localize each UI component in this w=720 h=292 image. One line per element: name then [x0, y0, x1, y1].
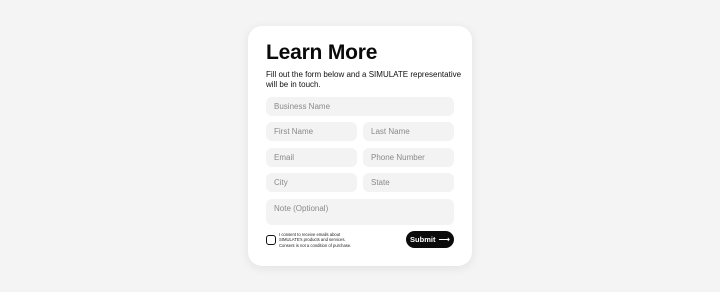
submit-label: Submit	[410, 235, 436, 244]
email-input[interactable]	[266, 148, 357, 167]
state-input[interactable]	[363, 173, 454, 192]
city-input[interactable]	[266, 173, 357, 192]
first-name-input[interactable]	[266, 122, 357, 141]
learn-more-card: Learn More Fill out the form below and a…	[248, 26, 472, 266]
consent-checkbox[interactable]	[266, 235, 276, 245]
submit-button[interactable]: Submit ⟶	[406, 231, 454, 248]
form-subtitle: Fill out the form below and a SIMULATE r…	[266, 70, 462, 89]
consent-text: I consent to receive emails about SIMULA…	[279, 232, 359, 248]
arrow-right-icon: ⟶	[438, 234, 450, 244]
consent-line-3: Consent is not a condition of purchase.	[279, 242, 352, 248]
form-title: Learn More	[266, 41, 378, 64]
note-textarea[interactable]	[266, 199, 454, 225]
phone-number-input[interactable]	[363, 148, 454, 167]
business-name-input[interactable]	[266, 97, 454, 116]
last-name-input[interactable]	[363, 122, 454, 141]
